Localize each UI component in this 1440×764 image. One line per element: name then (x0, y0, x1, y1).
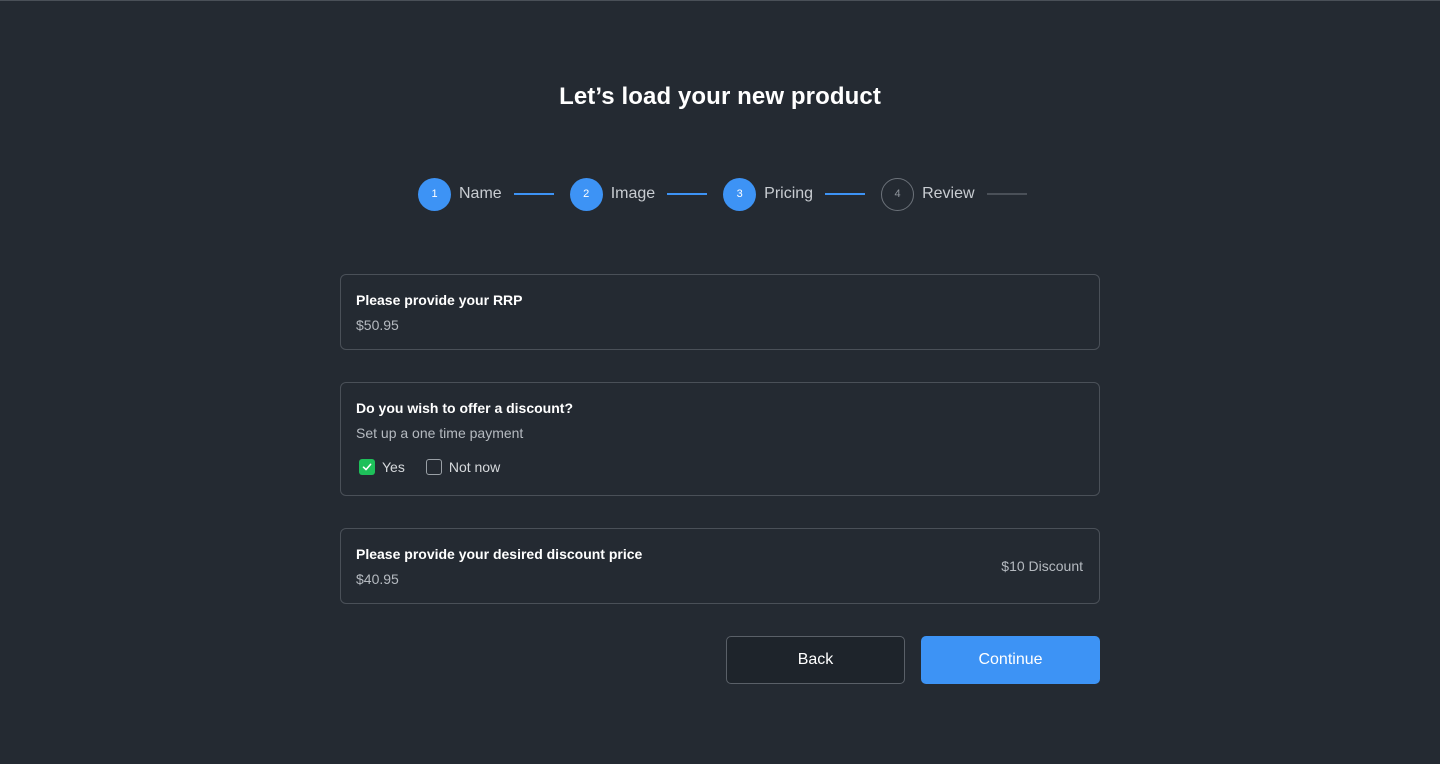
discount-price-value[interactable]: $40.95 (356, 571, 1084, 587)
step-connector (513, 193, 554, 195)
step-name[interactable]: 1 Name (418, 177, 554, 211)
discount-price-field[interactable]: Please provide your desired discount pri… (340, 528, 1100, 604)
discount-amount-note: $10 Discount (1001, 558, 1083, 574)
page-title: Let’s load your new product (559, 83, 881, 110)
discount-question-subtitle: Set up a one time payment (356, 425, 524, 441)
step-label: Pricing (764, 185, 814, 202)
step-number-badge: 1 (418, 177, 451, 211)
continue-button[interactable]: Continue (921, 636, 1100, 684)
discount-price-label: Please provide your desired discount pri… (356, 546, 643, 562)
discount-question-card: Do you wish to offer a discount? Set up … (340, 382, 1100, 496)
option-not-now-label: Not now (448, 459, 501, 475)
discount-options: Yes Not now (359, 459, 1084, 475)
step-label: Review (922, 185, 975, 202)
stepper: 1 Name 2 Image 3 Pricing 4 Review (418, 177, 1027, 211)
step-pricing[interactable]: 3 Pricing (723, 177, 866, 211)
discount-question-label: Do you wish to offer a discount? (356, 400, 573, 416)
rrp-field[interactable]: Please provide your RRP $50.95 (340, 274, 1100, 350)
option-not-now[interactable]: Not now (425, 459, 501, 475)
step-label: Name (459, 185, 502, 202)
option-yes-label: Yes (382, 459, 405, 475)
step-connector (825, 193, 866, 195)
page: Let’s load your new product 1 Name 2 Ima… (0, 0, 1440, 764)
option-yes[interactable]: Yes (359, 459, 405, 475)
rrp-label: Please provide your RRP (356, 292, 523, 308)
step-label: Image (610, 185, 656, 202)
step-number-badge: 3 (723, 177, 757, 211)
step-connector (986, 193, 1027, 195)
back-button[interactable]: Back (726, 636, 905, 684)
checkbox-checked-icon[interactable] (359, 459, 375, 475)
step-number-badge: 4 (881, 177, 915, 211)
step-connector (667, 193, 708, 195)
step-number-badge: 2 (569, 177, 603, 211)
step-review[interactable]: 4 Review (881, 177, 1027, 211)
rrp-value[interactable]: $50.95 (356, 317, 1084, 333)
checkmark-icon (362, 463, 372, 471)
step-image[interactable]: 2 Image (569, 177, 708, 211)
checkbox-unchecked-icon[interactable] (425, 459, 442, 475)
